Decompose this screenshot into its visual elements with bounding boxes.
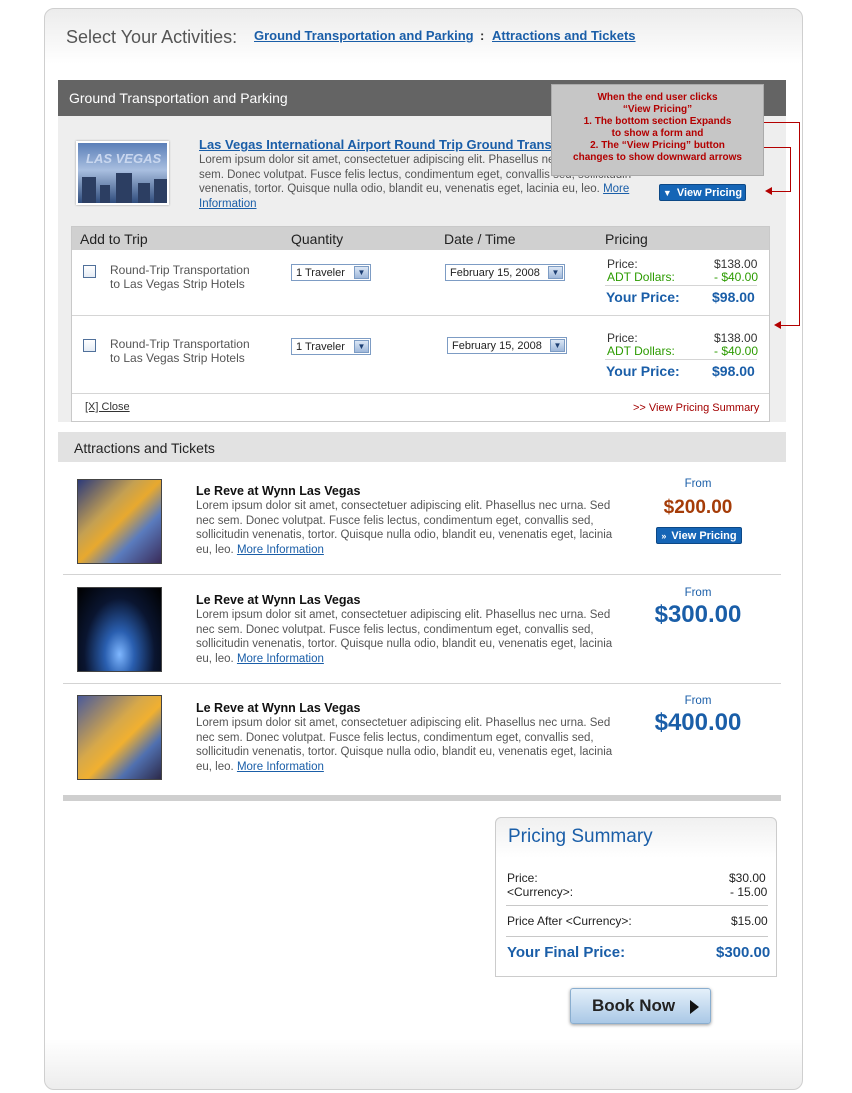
your-price-label: Your Price: [606,363,680,379]
col-header-date: Date / Time [444,231,516,247]
table-row-name: Round-Trip Transportation to Las Vegas St… [110,263,250,291]
price-label: Price: [607,331,638,345]
book-now-button[interactable]: Book Now [570,988,711,1024]
price-divider [605,285,757,286]
col-header-pricing: Pricing [605,231,648,247]
annotation-line [764,122,800,123]
nav-link-ground-transportation[interactable]: Ground Transportation and Parking [254,28,474,43]
from-label: From [684,695,712,707]
product-thumbnail: LAS VEGAS [76,141,169,205]
adt-label: ADT Dollars: [607,270,675,284]
add-to-trip-checkbox[interactable] [83,339,96,352]
annotation-line [764,147,791,148]
nav-link-attractions[interactable]: Attractions and Tickets [492,28,636,43]
price-value: $138.00 [714,257,758,271]
summary-currency-label: <Currency>: [507,885,574,899]
add-to-trip-checkbox[interactable] [83,265,96,278]
thumbnail-text: LAS VEGAS [86,151,162,166]
view-pricing-summary-link[interactable]: >> View Pricing Summary [633,402,759,414]
view-pricing-button[interactable]: » View Pricing [656,527,742,544]
summary-after-value: $15.00 [731,914,768,928]
section-header-attractions: Attractions and Tickets [58,432,786,462]
chevron-down-icon: ▼ [548,266,563,279]
summary-divider [506,905,768,906]
chevron-down-icon: ▼ [354,340,369,353]
more-info-link[interactable]: More Information [237,544,324,556]
view-pricing-button[interactable]: ▼ View Pricing [659,184,746,201]
final-price-value: $300.00 [716,944,771,961]
attraction-title: Le Reve at Wynn Las Vegas [196,484,361,498]
attraction-price: $400.00 [654,709,742,736]
attraction-image [77,479,162,564]
table-row-name: Round-Trip Transportation to Las Vegas St… [110,337,250,365]
annotation-line [772,191,791,192]
double-chevron-down-icon: ▼ [662,188,672,198]
from-label: From [684,478,712,490]
page-title: Select Your Activities: [66,27,238,47]
annotation-line [799,122,800,326]
attraction-title: Le Reve at Wynn Las Vegas [196,593,361,607]
attraction-description: Lorem ipsum dolor sit amet, consectetuer… [196,717,613,773]
row-divider [72,393,769,394]
row-divider [72,315,769,316]
more-info-link[interactable]: More Information [237,761,324,773]
from-label: From [684,587,712,599]
price-value: $138.00 [714,331,758,345]
nav-separator: : [480,28,485,43]
adt-value: - $40.00 [714,270,759,284]
col-header-add: Add to Trip [80,231,148,247]
summary-price-value: $30.00 [729,871,766,885]
chevron-down-icon: ▼ [550,339,565,352]
product-title-link[interactable]: Las Vegas International Airport Round Tr… [199,137,559,152]
attraction-image [77,587,162,672]
annotation-line [790,147,791,192]
date-select[interactable]: February 15, 2008 ▼ [447,337,567,354]
attraction-price: $300.00 [654,601,742,628]
final-price-label: Your Final Price: [507,944,626,961]
quantity-select[interactable]: 1 Traveler ▼ [291,264,371,281]
annotation-line [780,325,800,326]
section-divider [63,795,781,801]
item-divider [63,683,781,684]
item-divider [63,574,781,575]
summary-divider [506,936,768,937]
price-divider [605,359,757,360]
adt-label: ADT Dollars: [607,344,675,358]
date-select[interactable]: February 15, 2008 ▼ [445,264,565,281]
pricing-table-header [72,227,769,250]
more-info-link[interactable]: More Information [237,653,324,665]
adt-value: - $40.00 [714,344,759,358]
attraction-description: Lorem ipsum dolor sit amet, consectetuer… [196,609,613,665]
your-price-label: Your Price: [606,289,680,305]
price-label: Price: [607,257,638,271]
close-link[interactable]: [X] Close [85,401,130,413]
attraction-description: Lorem ipsum dolor sit amet, consectetuer… [196,500,613,556]
summary-after-label: Price After <Currency>: [507,914,632,928]
col-header-quantity: Quantity [291,231,344,247]
quantity-select[interactable]: 1 Traveler ▼ [291,338,371,355]
attraction-image [77,695,162,780]
chevron-down-icon: ▼ [354,266,369,279]
pricing-summary-title: Pricing Summary [508,826,653,847]
play-arrow-icon [690,1000,699,1014]
annotation-arrow-icon [774,321,781,329]
attraction-price: $200.00 [663,497,733,518]
summary-price-label: Price: [507,871,538,885]
attraction-title: Le Reve at Wynn Las Vegas [196,701,361,715]
annotation-callout: When the end user clicks “View Pricing” … [551,84,764,176]
your-price-value: $98.00 [712,363,755,379]
your-price-value: $98.00 [712,289,755,305]
summary-currency-value: - 15.00 [730,885,768,899]
annotation-arrow-icon [765,187,772,195]
double-chevron-right-icon: » [661,531,667,541]
